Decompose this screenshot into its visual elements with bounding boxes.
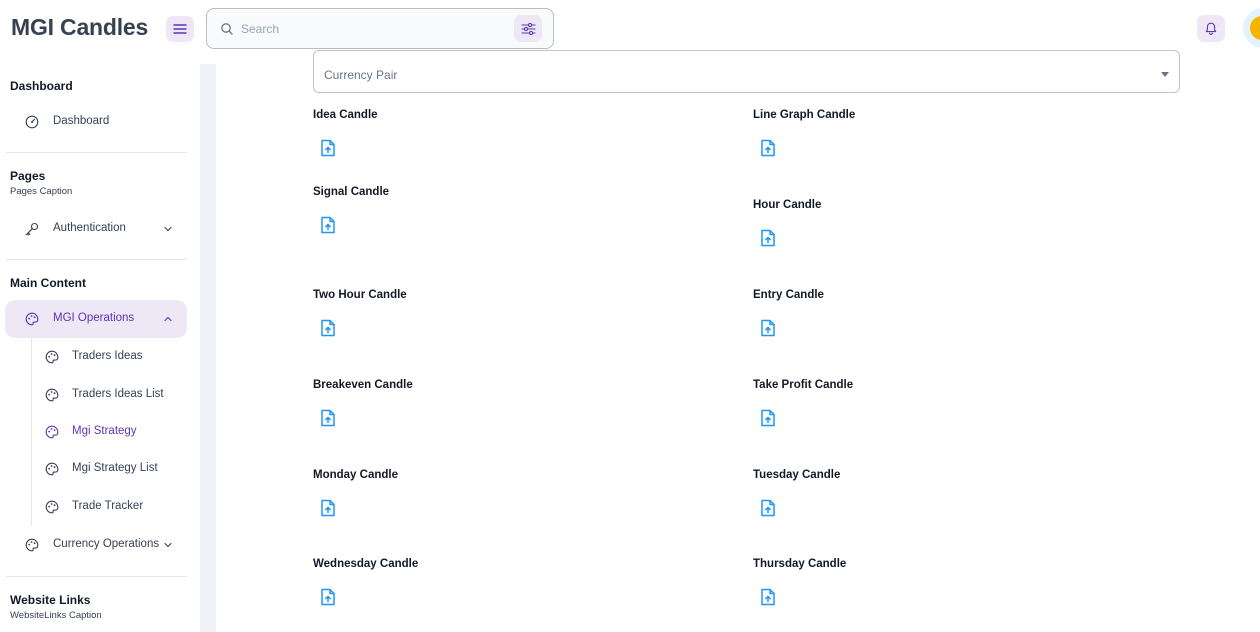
chevron-down-icon — [164, 542, 172, 548]
bell-icon — [1205, 22, 1217, 35]
divider — [6, 259, 187, 260]
sidebar-item-label: Mgi Strategy — [72, 425, 137, 437]
main-content: Currency Pair Idea Candle Signal Candle … — [200, 50, 1260, 632]
file-upload-icon[interactable] — [320, 319, 336, 337]
sidebar-item-label: Dashboard — [53, 115, 110, 127]
form-card: Currency Pair Idea Candle Signal Candle … — [216, 50, 1260, 632]
chevron-up-icon — [164, 316, 172, 322]
field-label: Line Graph Candle — [753, 109, 856, 121]
file-upload-icon[interactable] — [320, 499, 336, 517]
menu-icon — [173, 24, 187, 34]
file-upload-icon[interactable] — [320, 139, 336, 157]
notifications-button[interactable] — [1197, 15, 1225, 42]
sidebar-item-mgi-strategy-list[interactable]: Mgi Strategy List — [32, 451, 187, 487]
sidebar-item-dashboard[interactable]: Dashboard — [5, 103, 187, 141]
divider — [6, 152, 187, 153]
field-label: Thursday Candle — [753, 558, 847, 570]
sidebar-item-label: Authentication — [53, 222, 126, 234]
field-label: Take Profit Candle — [753, 379, 854, 391]
filter-icon — [520, 22, 536, 35]
chevron-down-icon — [164, 226, 172, 232]
dropdown-arrow-icon — [1161, 72, 1169, 77]
key-icon — [25, 222, 39, 236]
palette-icon — [25, 312, 39, 326]
menu-toggle-button[interactable] — [166, 16, 194, 42]
group-caption-pages: Pages Caption — [10, 186, 73, 197]
file-upload-icon[interactable] — [760, 139, 776, 157]
search-filter-button[interactable] — [514, 15, 542, 42]
currency-pair-label: Currency Pair — [324, 68, 398, 82]
field-label: Monday Candle — [313, 469, 398, 481]
field-label: Signal Candle — [313, 186, 390, 198]
palette-icon — [45, 350, 59, 364]
field-label: Two Hour Candle — [313, 289, 407, 301]
avatar-image — [1250, 16, 1260, 40]
group-title-pages: Pages — [10, 169, 46, 183]
field-label: Tuesday Candle — [753, 469, 841, 481]
sidebar-item-label: MGI Operations — [53, 312, 135, 324]
file-upload-icon[interactable] — [760, 319, 776, 337]
file-upload-icon[interactable] — [320, 588, 336, 606]
file-upload-icon[interactable] — [320, 409, 336, 427]
group-caption-website-links: WebsiteLinks Caption — [10, 610, 102, 621]
file-upload-icon[interactable] — [760, 588, 776, 606]
sidebar-item-traders-ideas[interactable]: Traders Ideas — [32, 339, 187, 375]
group-title-main-content: Main Content — [10, 276, 86, 290]
field-label: Wednesday Candle — [313, 558, 419, 570]
group-title-website-links: Website Links — [10, 593, 91, 607]
sidebar: Dashboard Dashboard Pages Pages Caption … — [0, 64, 200, 632]
search-input[interactable] — [241, 17, 501, 41]
sidebar-item-traders-ideas-list[interactable]: Traders Ideas List — [32, 377, 187, 413]
field-label: Breakeven Candle — [313, 379, 413, 391]
divider — [6, 576, 187, 577]
palette-icon — [45, 462, 59, 476]
currency-pair-select[interactable]: Currency Pair — [313, 50, 1180, 93]
app-logo[interactable]: MGI Candles — [11, 14, 148, 41]
search-box — [206, 8, 554, 49]
sidebar-item-currency-operations[interactable]: Currency Operations — [5, 526, 187, 564]
profile-avatar[interactable] — [1243, 8, 1260, 48]
file-upload-icon[interactable] — [320, 216, 336, 234]
sidebar-item-trade-tracker[interactable]: Trade Tracker — [32, 489, 187, 525]
sidebar-item-mgi-operations[interactable]: MGI Operations — [5, 300, 187, 338]
sidebar-item-label: Traders Ideas — [72, 350, 143, 362]
sidebar-item-label: Mgi Strategy List — [72, 462, 158, 474]
palette-icon — [25, 538, 39, 552]
palette-icon — [45, 500, 59, 514]
field-label: Entry Candle — [753, 289, 824, 301]
dashboard-icon — [25, 115, 39, 129]
field-label: Hour Candle — [753, 199, 822, 211]
sidebar-item-authentication[interactable]: Authentication — [5, 210, 187, 248]
file-upload-icon[interactable] — [760, 499, 776, 517]
sidebar-item-label: Traders Ideas List — [72, 388, 164, 400]
palette-icon — [45, 388, 59, 402]
sidebar-item-mgi-strategy[interactable]: Mgi Strategy — [32, 414, 187, 450]
group-title-dashboard: Dashboard — [10, 79, 73, 93]
search-icon — [221, 23, 233, 35]
field-label: Idea Candle — [313, 109, 378, 121]
sidebar-item-label: Currency Operations — [53, 538, 160, 550]
sidebar-item-label: Trade Tracker — [72, 500, 144, 512]
file-upload-icon[interactable] — [760, 229, 776, 247]
file-upload-icon[interactable] — [760, 409, 776, 427]
palette-icon — [45, 425, 59, 439]
